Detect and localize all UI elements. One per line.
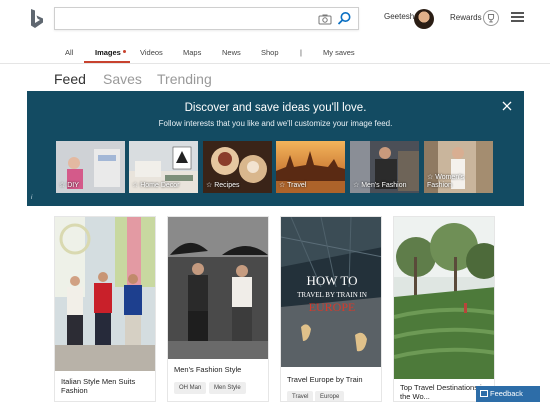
image-card-travel-europe[interactable]: HOW TO TRAVEL BY TRAIN IN EUROPE Travel … <box>280 216 382 402</box>
camera-icon[interactable] <box>318 12 332 26</box>
avatar[interactable] <box>414 9 434 29</box>
category-label: ☆ DIY <box>59 182 79 189</box>
tab-saves[interactable]: Saves <box>103 71 142 87</box>
image-card-mens-fashion[interactable]: Men's Fashion Style OH Man Men Style <box>167 216 269 402</box>
category-label: ☆ Home Decor <box>132 182 180 189</box>
bing-logo-icon[interactable] <box>29 8 45 30</box>
nav-item-shop[interactable]: Shop <box>261 48 279 57</box>
image-card-italian-style[interactable]: Italian Style Men Suits Fashion <box>54 216 156 402</box>
feedback-icon <box>480 390 488 397</box>
banner-subtitle: Follow interests that you like and we'll… <box>158 119 393 128</box>
category-diy[interactable]: ☆ DIY <box>56 141 125 193</box>
nav-item-all[interactable]: All <box>65 48 73 57</box>
tab-trending[interactable]: Trending <box>157 71 212 87</box>
user-name[interactable]: Geetesh <box>384 12 414 21</box>
rewards-trophy-icon[interactable] <box>483 10 499 26</box>
category-womens-fashion[interactable]: ☆ Women's Fashion <box>424 141 493 193</box>
banner-title: Discover and save ideas you'll love. <box>184 102 367 114</box>
discover-banner: Discover and save ideas you'll love. Fol… <box>27 91 524 206</box>
tea-plantation-image <box>394 217 494 379</box>
category-recipes[interactable]: ☆ Recipes <box>203 141 272 193</box>
travel-europe-image: HOW TO TRAVEL BY TRAIN IN EUROPE <box>281 217 381 367</box>
rewards-link[interactable]: Rewards <box>450 13 482 22</box>
category-label: ☆ Recipes <box>206 182 240 189</box>
card-title[interactable]: Italian Style Men Suits Fashion <box>61 377 153 395</box>
category-home-decor[interactable]: ☆ Home Decor <box>129 141 198 193</box>
images-new-dot <box>123 50 126 53</box>
card-title[interactable]: Travel Europe by Train <box>287 375 363 384</box>
header: Geetesh Rewards <box>0 0 550 40</box>
nav-divider: | <box>300 48 302 57</box>
mens-fashion-image <box>168 217 268 359</box>
overlay-text-line3: EUROPE <box>309 300 356 314</box>
search-input[interactable] <box>54 7 359 30</box>
nav-item-maps[interactable]: Maps <box>183 48 201 57</box>
category-travel[interactable]: ☆ Travel <box>276 141 345 193</box>
search-icon[interactable] <box>337 11 352 26</box>
active-tab-underline <box>84 61 130 63</box>
tag-chip[interactable]: Europe <box>315 391 345 401</box>
nav-item-news[interactable]: News <box>222 48 241 57</box>
tag-chip[interactable]: OH Man <box>174 382 207 394</box>
hamburger-menu-icon[interactable] <box>511 12 524 22</box>
category-label: ☆ Women's Fashion <box>427 174 465 189</box>
info-icon[interactable]: i <box>31 195 32 201</box>
italian-style-image <box>55 217 155 371</box>
tag-chip[interactable]: Travel <box>287 391 314 401</box>
category-label: ☆ Travel <box>279 182 307 189</box>
overlay-text-line2: TRAVEL BY TRAIN IN <box>297 291 367 299</box>
category-label: ☆ Men's Fashion <box>353 182 407 189</box>
nav-item-my-saves[interactable]: My saves <box>323 48 355 57</box>
close-icon[interactable] <box>502 101 512 111</box>
nav-bar: All Images Videos Maps News Shop | My sa… <box>0 40 550 64</box>
card-title[interactable]: Men's Fashion Style <box>174 365 241 374</box>
overlay-text-line1: HOW TO <box>307 273 358 288</box>
feedback-label: Feedback <box>490 389 523 398</box>
category-mens-fashion[interactable]: ☆ Men's Fashion <box>350 141 419 193</box>
tag-chip[interactable]: Men Style <box>209 382 246 394</box>
tab-feed[interactable]: Feed <box>54 71 86 87</box>
nav-item-videos[interactable]: Videos <box>140 48 163 57</box>
image-card-travel-destinations[interactable]: Top Travel Destinations in the Wo... <box>393 216 495 402</box>
feedback-button[interactable]: Feedback <box>476 386 540 402</box>
nav-item-images[interactable]: Images <box>95 48 121 57</box>
